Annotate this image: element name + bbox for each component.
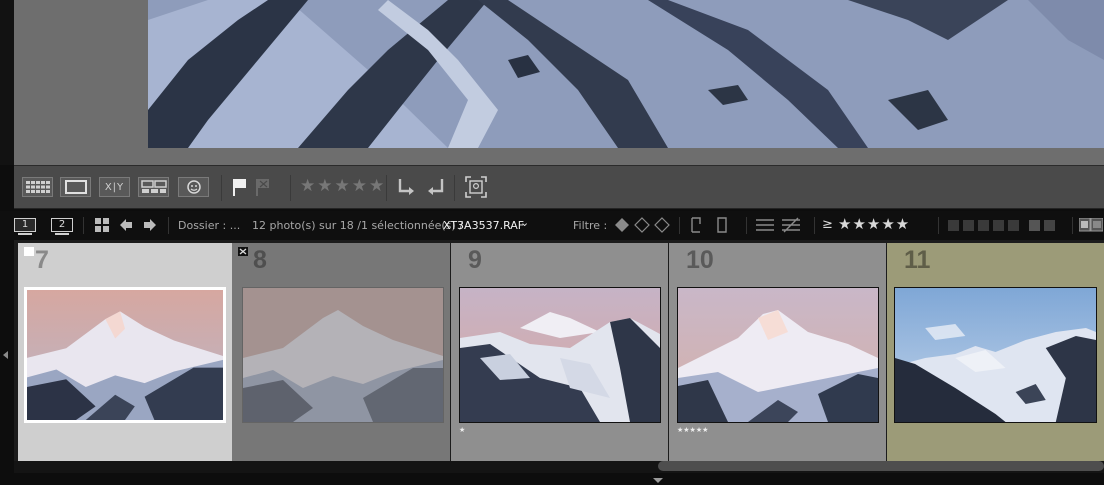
forward-button[interactable] — [143, 218, 157, 235]
color-label-blue[interactable] — [993, 220, 1004, 231]
people-view-icon — [186, 180, 201, 194]
header-separator — [83, 217, 84, 234]
crop-overlay-icon — [465, 176, 487, 198]
pick-flag-button[interactable] — [232, 177, 248, 201]
mountain-thumbnail — [243, 288, 443, 422]
library-toolbar: X|Y ★★★★★ — [14, 165, 1104, 209]
cell-index: 10 — [686, 246, 714, 274]
filter-gte-symbol: ≥ — [822, 217, 834, 232]
toolbar-separator — [290, 175, 291, 201]
edit-filter-icons[interactable] — [688, 215, 734, 238]
reject-flag-badge-icon — [238, 247, 248, 256]
color-label-red[interactable] — [948, 220, 959, 231]
edit-status-filter-icon — [691, 217, 727, 233]
mountain-thumbnail — [895, 288, 1096, 422]
filename-dropdown-caret[interactable]: ⌄ — [520, 216, 529, 229]
grid-view-button[interactable] — [22, 177, 53, 197]
filter-rating-stars[interactable]: ★★★★★ — [838, 215, 910, 233]
cell-index: 8 — [253, 246, 267, 274]
filmstrip-header: 1 2 Dossier : ... 12 photo(s) sur 18 /1 … — [0, 211, 1104, 240]
pick-flag-icon — [233, 179, 246, 196]
filmstrip-cell[interactable]: 11 — [887, 243, 1104, 461]
thumbnail[interactable] — [677, 287, 879, 423]
cell-rating: ★ — [459, 426, 466, 434]
grid-mode-button[interactable] — [95, 218, 109, 235]
arrow-left-icon — [120, 219, 132, 231]
toolbar-rating-stars[interactable]: ★★★★★ — [300, 176, 386, 196]
thumbnail[interactable] — [242, 287, 444, 423]
filmstrip-cell[interactable]: 10 ★★★★★ — [669, 243, 886, 461]
rotate-left-button[interactable] — [396, 175, 420, 203]
arrow-right-icon — [144, 219, 156, 231]
filmstrip-cell[interactable]: 9 ★ — [451, 243, 668, 461]
cell-index: 7 — [35, 246, 49, 274]
compare-view-label: X|Y — [104, 181, 125, 193]
loupe-view-button[interactable] — [60, 177, 91, 197]
mountain-thumbnail — [678, 288, 878, 422]
mountain-photo-preview — [148, 0, 1104, 148]
survey-view-button[interactable] — [138, 177, 169, 197]
left-panel-edge — [0, 0, 14, 165]
back-button[interactable] — [119, 218, 133, 235]
toolbar-separator — [221, 175, 222, 201]
secondary-window-button[interactable]: 2 — [51, 218, 73, 235]
filmstrip-left-arrow-icon[interactable] — [3, 351, 8, 359]
toolbar-separator — [386, 175, 387, 201]
color-label-green[interactable] — [978, 220, 989, 231]
main-window-button[interactable]: 1 — [14, 218, 36, 235]
thumbnail[interactable] — [24, 287, 226, 423]
compare-view-button[interactable]: X|Y — [99, 177, 130, 197]
stack-filter-icons[interactable] — [754, 216, 804, 237]
selected-filename[interactable]: XT3A3537.RAF — [443, 219, 524, 232]
toolbar-separator — [454, 175, 455, 201]
filmstrip-cell[interactable]: 8 — [232, 243, 450, 461]
filter-preset-button[interactable] — [1078, 217, 1104, 235]
header-separator — [679, 217, 680, 234]
header-separator — [938, 217, 939, 234]
loupe-view-icon — [64, 180, 87, 194]
color-label-custom[interactable] — [1029, 220, 1040, 231]
crop-overlay-button[interactable] — [464, 175, 488, 203]
thumbnail[interactable] — [459, 287, 661, 423]
cell-rating: ★★★★★ — [677, 426, 709, 434]
header-separator — [814, 217, 815, 234]
rotate-left-icon — [398, 179, 414, 195]
stack-filter-icon — [756, 217, 800, 233]
filmstrip-collapse-arrow-icon[interactable] — [653, 478, 663, 483]
filter-preset-icon — [1078, 217, 1104, 232]
rotate-right-button[interactable] — [424, 175, 448, 203]
people-view-button[interactable] — [178, 177, 209, 197]
mountain-thumbnail — [27, 290, 223, 420]
folder-source-label[interactable]: Dossier : ... — [178, 219, 240, 232]
main-photo[interactable] — [148, 0, 1104, 148]
filter-label: Filtre : — [573, 219, 608, 232]
mountain-thumbnail — [460, 288, 660, 422]
filmstrip-scrollbar-thumb[interactable] — [658, 461, 1104, 471]
header-separator — [746, 217, 747, 234]
filter-flags[interactable] — [614, 216, 670, 237]
header-separator — [1072, 217, 1073, 234]
rotate-right-icon — [428, 179, 444, 195]
color-label-purple[interactable] — [1008, 220, 1019, 231]
cell-index: 9 — [468, 246, 482, 274]
filmstrip-cell[interactable]: 7 — [18, 243, 232, 461]
grid-icon — [95, 218, 109, 232]
cell-index: 11 — [904, 246, 931, 274]
flag-badge-icon — [24, 247, 34, 256]
loupe-view — [0, 0, 1104, 165]
filmstrip: 7 8 9 ★ 10 ★★★★★ 11 — [14, 240, 1104, 461]
reject-flag-button[interactable] — [255, 177, 271, 201]
thumbnail[interactable] — [894, 287, 1097, 423]
flag-filter-icon — [615, 217, 670, 233]
color-label-none[interactable] — [1044, 220, 1055, 231]
color-label-yellow[interactable] — [963, 220, 974, 231]
grid-view-icon — [25, 181, 50, 193]
photo-count-text: 12 photo(s) sur 18 /1 sélectionnée(s) / — [252, 219, 463, 232]
reject-flag-icon — [256, 179, 269, 196]
survey-view-icon — [140, 180, 167, 193]
header-separator — [168, 217, 169, 234]
